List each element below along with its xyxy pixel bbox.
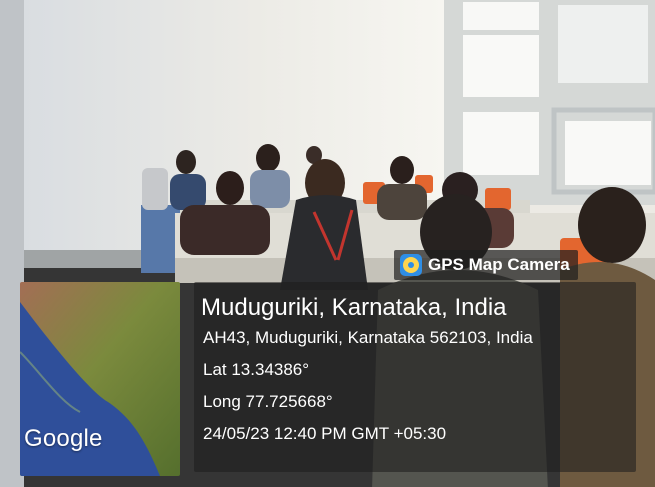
longitude-text: Long 77.725668° (203, 392, 333, 411)
datetime-text: 24/05/23 12:40 PM GMT +05:30 (203, 424, 447, 443)
address-text: AH43, Muduguriki, Karnataka 562103, Indi… (203, 328, 533, 347)
map-brand-label: Google (24, 425, 103, 452)
latitude-text: Lat 13.34386° (203, 360, 310, 379)
classroom-photo: Google GPS Map Camera Muduguriki, Karnat… (0, 0, 655, 487)
app-name: GPS Map Camera (428, 255, 570, 274)
location-title: Muduguriki, Karnataka, India (201, 294, 507, 321)
gps-map-camera-app-icon (400, 254, 422, 276)
app-badge: GPS Map Camera (394, 250, 578, 280)
